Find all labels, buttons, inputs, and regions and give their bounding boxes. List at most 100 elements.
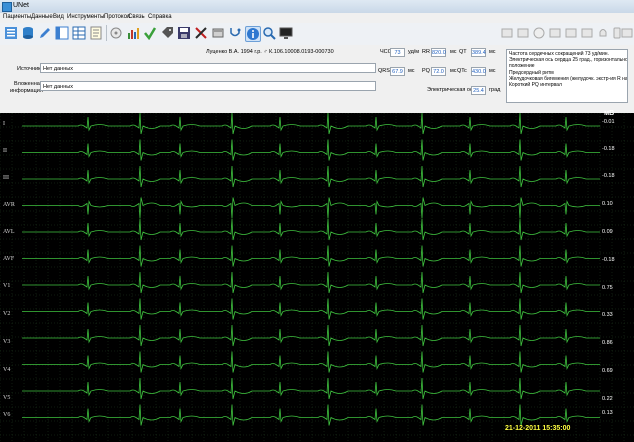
attached-info-field[interactable]: Нет данных — [40, 81, 376, 91]
rr-unit: мс — [450, 49, 457, 55]
menu-item-data[interactable]: Данные — [31, 14, 53, 20]
hr-unit: уд/м — [408, 49, 420, 55]
hr-value: 73 — [390, 48, 405, 57]
panel-icon[interactable] — [500, 26, 514, 40]
ecg-trace — [22, 351, 600, 373]
source-label: Источник — [17, 66, 41, 72]
eraser-icon[interactable] — [211, 26, 225, 40]
lead-mv-value: 0.09 — [602, 229, 613, 235]
ecg-trace — [22, 197, 600, 219]
pen-icon[interactable] — [38, 26, 52, 40]
lead-label: III — [3, 175, 9, 181]
lead-mv-value: 0.69 — [602, 368, 613, 374]
menu-item-patients[interactable]: Пациенты — [3, 14, 31, 20]
disk-icon[interactable] — [109, 26, 123, 40]
rr-label: RR — [422, 49, 430, 55]
lead-label: I — [3, 121, 5, 127]
ecg-trace — [22, 404, 600, 426]
cut-icon[interactable] — [194, 26, 208, 40]
qtc-label: QTc — [457, 68, 467, 74]
tag-icon[interactable] — [160, 26, 174, 40]
axis-value: 25.4 — [471, 86, 486, 95]
lead-mv-value: -0.18 — [602, 146, 615, 152]
qtc-unit: мс — [489, 68, 496, 74]
lead-label: AVR — [3, 202, 15, 208]
ecg-grid-and-traces — [0, 113, 634, 442]
table-icon[interactable] — [55, 26, 69, 40]
qrs-unit: мс — [408, 68, 415, 74]
ecg-trace — [22, 113, 600, 135]
conclusion-box[interactable]: Частота сердечных сокращений 73 уд/мин. … — [506, 49, 628, 103]
clock-icon[interactable] — [532, 26, 546, 40]
lead-mv-value: -0.18 — [602, 257, 615, 263]
lead-mv-value: 0.10 — [602, 201, 613, 207]
attached-label-2: информация — [10, 88, 43, 94]
source-field[interactable]: Нет данных — [40, 63, 376, 73]
ecg-trace — [22, 324, 600, 347]
lead-label: V4 — [3, 367, 11, 373]
unit-label: мВ — [604, 110, 615, 117]
lead-mv-value: -0.01 — [602, 119, 615, 125]
window-title: UNet — [13, 2, 29, 9]
lead-label: V6 — [3, 412, 11, 418]
pq-unit: мс — [450, 68, 457, 74]
lead-label: V2 — [3, 311, 11, 317]
menu-item-help[interactable]: Справка — [148, 14, 172, 20]
menu-item-connection[interactable]: Связь — [128, 14, 145, 20]
lead-mv-value: 0.13 — [602, 410, 613, 416]
check-icon[interactable] — [143, 26, 157, 40]
table-icon[interactable] — [72, 26, 86, 40]
database-icon[interactable] — [21, 26, 35, 40]
panel-icon[interactable] — [580, 26, 594, 40]
rr-value: 820.0 — [431, 48, 446, 57]
title-bar: UNet — [0, 0, 634, 14]
conclusion-line: Короткий PQ интервал — [509, 82, 562, 89]
attached-label: Вложенная — [14, 81, 43, 87]
ecg-trace — [22, 245, 600, 267]
qtc-value: 430.0 — [471, 67, 486, 76]
menu-item-tools[interactable]: Инструменты — [67, 14, 104, 20]
panel-icon[interactable] — [564, 26, 578, 40]
qrs-label: QRS — [378, 68, 390, 74]
lead-mv-value: -0.18 — [602, 173, 615, 179]
pq-label: PQ — [422, 68, 430, 74]
menu-item-view[interactable]: Вид — [53, 14, 64, 20]
panel-icon[interactable] — [548, 26, 562, 40]
info-icon[interactable] — [245, 26, 261, 42]
app-icon — [2, 2, 12, 12]
window-icon[interactable] — [620, 26, 634, 40]
qt-unit: мс — [489, 49, 496, 55]
bell-icon[interactable] — [596, 26, 610, 40]
timestamp: 21-12-2011 15:35:00 — [505, 425, 571, 432]
lead-label: AVL — [3, 229, 15, 235]
panel-icon[interactable] — [516, 26, 530, 40]
qt-label: QT — [459, 49, 467, 55]
axis-label: Электрическая ось — [427, 87, 476, 93]
ecg-trace — [22, 377, 600, 400]
lead-label: V3 — [3, 339, 11, 345]
axis-unit: град — [489, 87, 501, 93]
qt-value: 389.4 — [471, 48, 486, 57]
monitor-icon[interactable] — [279, 26, 293, 40]
search-icon[interactable] — [262, 26, 276, 40]
list-icon[interactable] — [4, 26, 18, 40]
lead-label: II — [3, 148, 7, 154]
patient-header: Луценко В.А. 1994 г.р. ♂ К.106.10008.019… — [206, 49, 334, 55]
lead-mv-value: 0.75 — [602, 285, 613, 291]
qrs-value: 67.9 — [390, 67, 405, 76]
bar-chart-icon[interactable] — [126, 26, 140, 40]
lead-mv-value: 0.22 — [602, 396, 613, 402]
pq-value: 72.0 — [431, 67, 446, 76]
lead-label: V1 — [3, 283, 11, 289]
ecg-trace — [22, 139, 600, 161]
notes-icon[interactable] — [89, 26, 103, 40]
lead-mv-value: 0.86 — [602, 340, 613, 346]
save-icon[interactable] — [177, 26, 191, 40]
lead-label: V5 — [3, 395, 11, 401]
toolbar — [0, 23, 634, 46]
ecg-display[interactable] — [0, 113, 634, 442]
stethoscope-icon[interactable] — [228, 26, 242, 40]
ecg-trace — [22, 271, 600, 294]
lead-label: AVF — [3, 256, 15, 262]
menu-item-protocol[interactable]: Протокол — [104, 14, 130, 20]
